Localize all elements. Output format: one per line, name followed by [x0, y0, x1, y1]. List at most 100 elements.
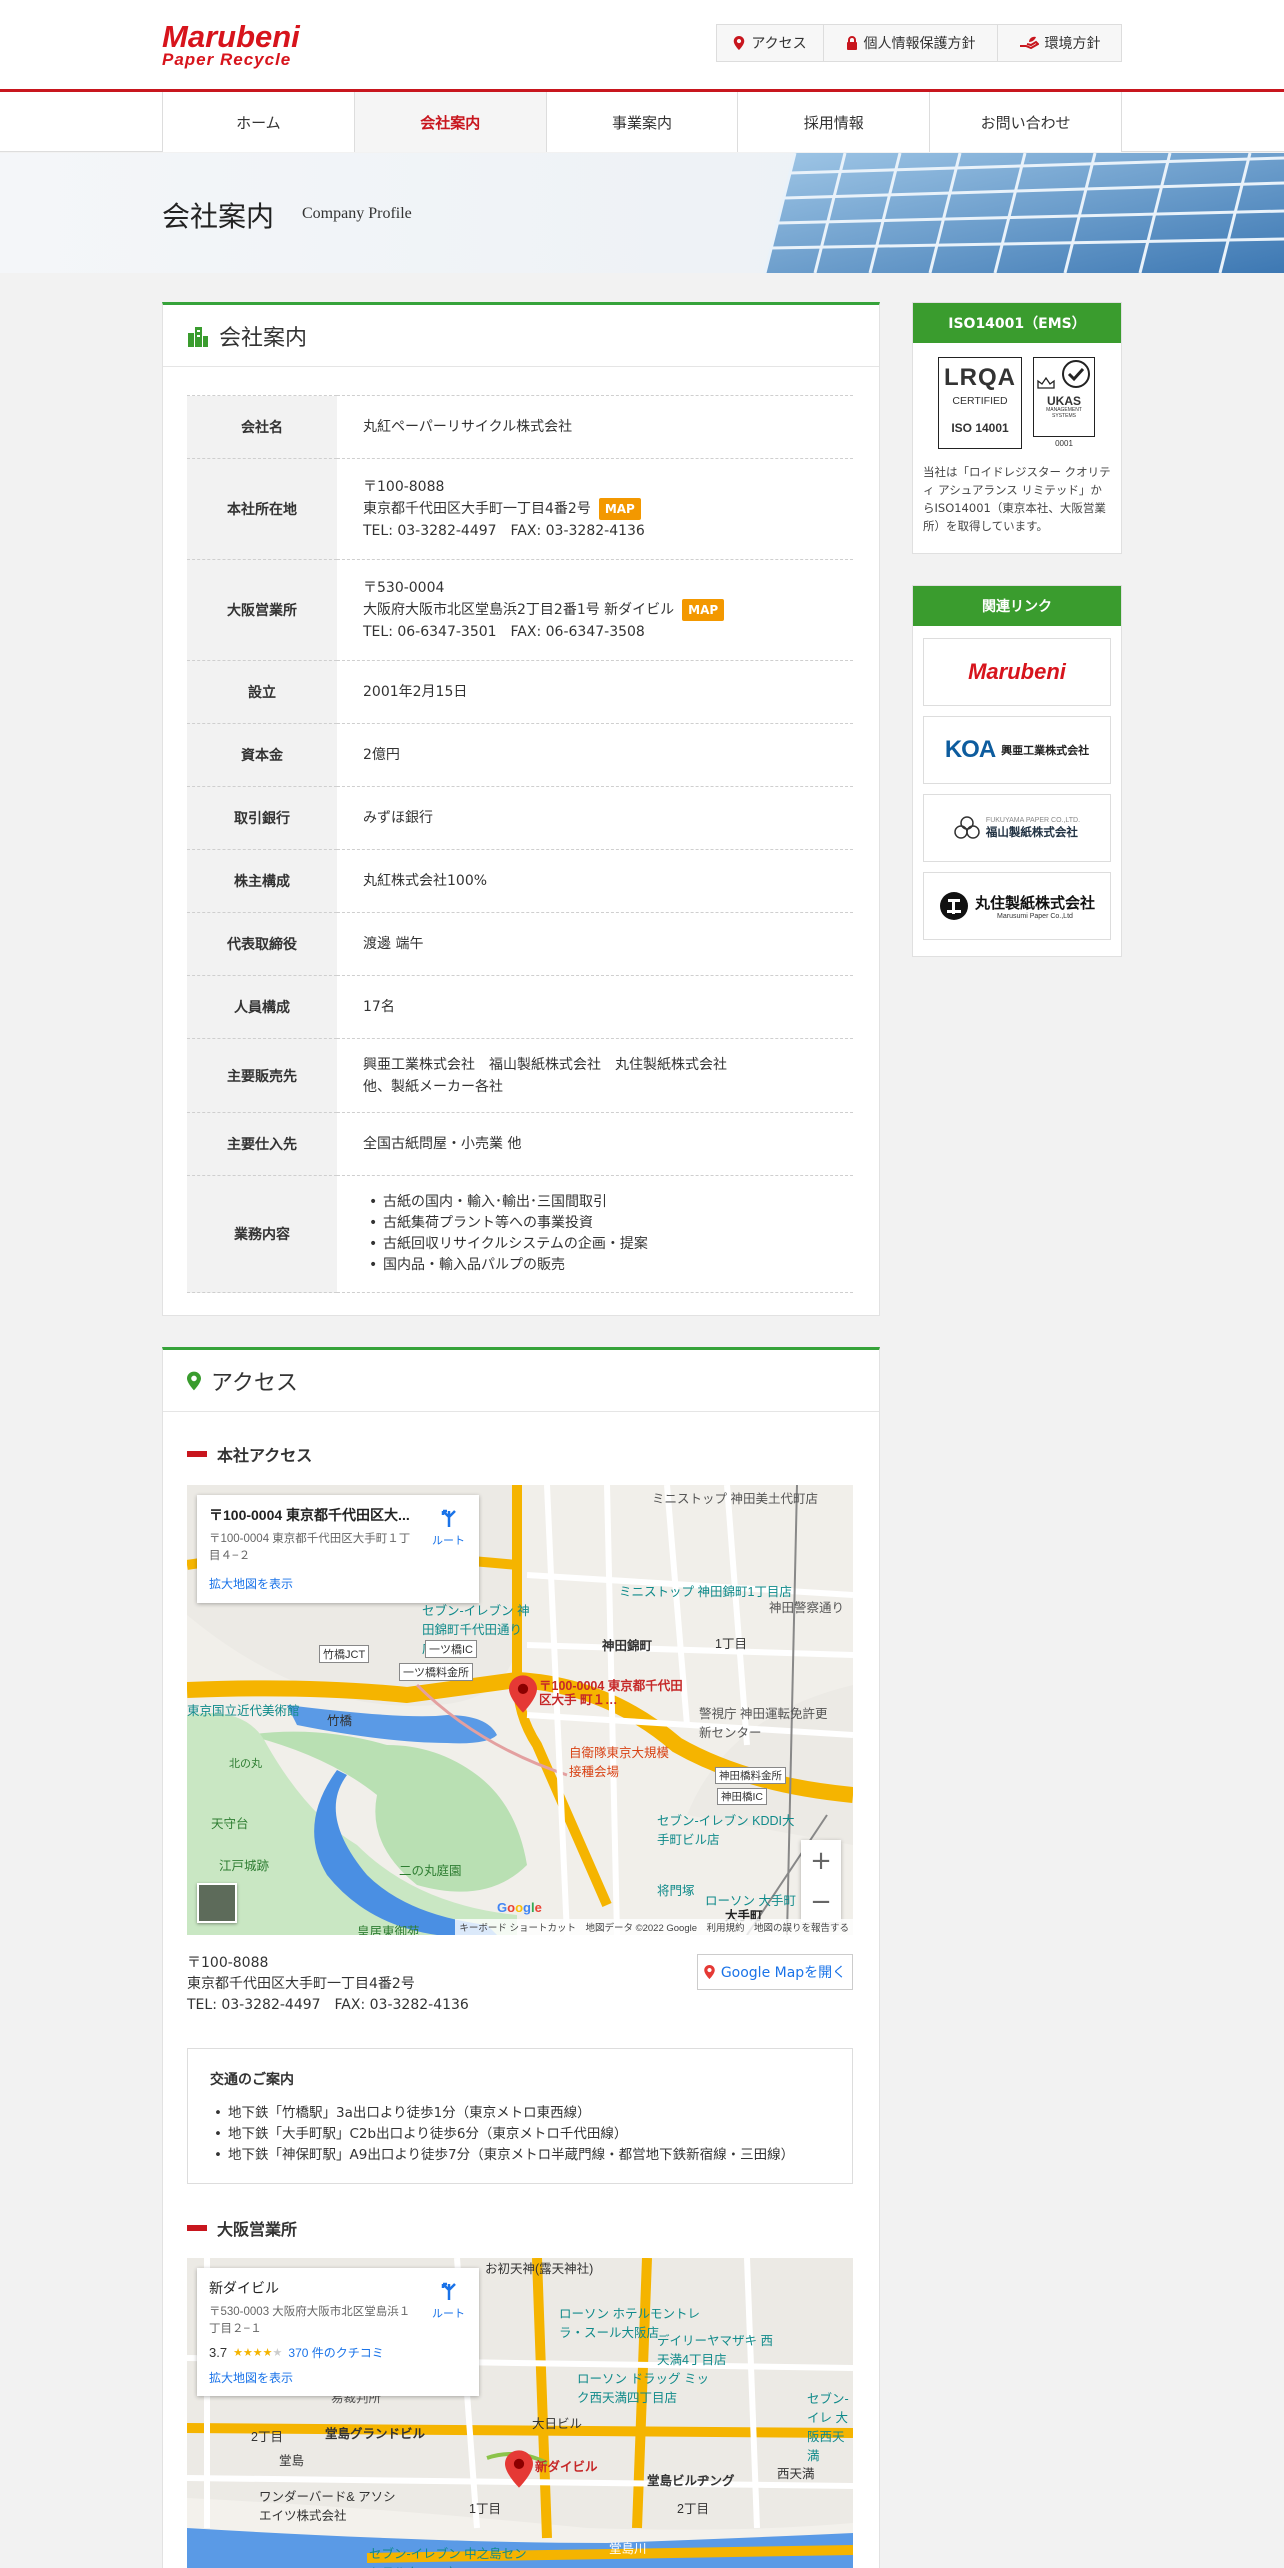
- nav-company[interactable]: 会社案内: [354, 92, 547, 152]
- row-value: 丸紅ペーパーリサイクル株式会社: [337, 395, 853, 459]
- nav-home[interactable]: ホーム: [163, 92, 355, 152]
- osaka-access-title: 大阪営業所: [187, 2216, 297, 2240]
- row-value: 2億円: [337, 723, 853, 787]
- map-pin-icon: [505, 2450, 533, 2488]
- hq-tel: TEL: 03-3282-4497 FAX: 03-3282-4136: [363, 523, 645, 539]
- company-card: 会社案内 会社名 丸紅ペーパーリサイクル株式会社 本社所在地 〒100-8088 …: [162, 302, 880, 1316]
- enlarge-map-link[interactable]: 拡大地図を表示: [209, 1575, 467, 1592]
- global-nav: ホーム 会社案内 事業案内 採用情報 お問い合わせ: [162, 92, 1122, 152]
- map-label: 神田橋IC: [717, 1788, 767, 1805]
- logo-sub-text: Paper Recycle: [162, 50, 292, 69]
- koa-name: 興亜工業株式会社: [1001, 744, 1090, 757]
- directions-icon: [441, 1509, 456, 1527]
- zoom-out-button[interactable]: −: [810, 1887, 832, 1917]
- crown-icon: [1037, 376, 1055, 389]
- map-label: 一ツ橋IC: [425, 1640, 477, 1658]
- table-row: 主要仕入先 全国古紙問屋・小売業 他: [187, 1112, 853, 1176]
- access-card-header: アクセス: [163, 1350, 879, 1412]
- nav-recruit[interactable]: 採用情報: [738, 92, 931, 152]
- hq-map-button[interactable]: MAP: [598, 498, 641, 520]
- traffic-title: 交通のご案内: [210, 2072, 294, 2088]
- table-row: 業務内容 古紙の国内・輸入･輸出･三国間取引 古紙集荷プラント等への事業投資 古…: [187, 1175, 853, 1293]
- table-row: 本社所在地 〒100-8088 東京都千代田区大手町一丁目4番2号 MAP TEL…: [187, 458, 853, 560]
- hq-access-title-text: 本社アクセス: [217, 1446, 313, 1465]
- ukas-text: UKAS: [1046, 394, 1081, 408]
- nav-business[interactable]: 事業案内: [546, 92, 739, 152]
- row-label: 資本金: [187, 723, 337, 787]
- layer-thumbnail[interactable]: [197, 1883, 237, 1923]
- site-logo[interactable]: Marubeni Paper Recycle: [162, 21, 372, 69]
- open-google-map-button[interactable]: Google Mapを開く: [697, 1954, 853, 1990]
- google-logo: Google: [497, 1900, 542, 1915]
- nav-contact[interactable]: お問い合わせ: [930, 92, 1122, 152]
- link-marubeni[interactable]: Marubeni: [923, 638, 1111, 706]
- link-fukuyama[interactable]: FUKUYAMA PAPER CO.,LTD. 福山製紙株式会社: [923, 794, 1111, 862]
- marusumi-english: Marusumi Paper Co.,Ltd: [997, 913, 1073, 920]
- building-image: [763, 153, 1284, 273]
- hq-access-address: 〒100-8088 東京都千代田区大手町一丁目4番2号 TEL: 03-3282…: [187, 1953, 469, 2016]
- leaf-hand-icon: [1019, 36, 1039, 50]
- route-label: ルート: [432, 1535, 465, 1547]
- list-item: 地下鉄「大手町駅」C2b出口より徒歩6分（東京メトロ千代田線）: [210, 2124, 830, 2145]
- reviews-link[interactable]: 370 件のクチコミ: [288, 2344, 383, 2361]
- map-card-address: 〒100-0004 東京都千代田区大手町１丁目４−２: [209, 1533, 411, 1562]
- building-icon: [188, 326, 208, 347]
- util-environment-link[interactable]: 環境方針: [997, 24, 1122, 62]
- map-label: 1丁目: [469, 2502, 501, 2516]
- table-row: 主要販売先 興亜工業株式会社 福山製紙株式会社 丸住製紙株式会社 他、製紙メーカー…: [187, 1038, 853, 1113]
- enlarge-map-link[interactable]: 拡大地図を表示: [209, 2369, 467, 2386]
- row-label: 代表取締役: [187, 912, 337, 976]
- zoom-controls: + −: [801, 1840, 841, 1922]
- route-button[interactable]: ルート: [432, 2282, 465, 2321]
- company-info-table: 会社名 丸紅ペーパーリサイクル株式会社 本社所在地 〒100-8088 東京都千代…: [187, 395, 853, 1293]
- table-row: 代表取締役 渡邊 端午: [187, 912, 853, 976]
- certified-text: CERTIFIED: [952, 395, 1008, 407]
- row-value: 興亜工業株式会社 福山製紙株式会社 丸住製紙株式会社 他、製紙メーカー各社: [337, 1038, 853, 1113]
- hq-access-tel: TEL: 03-3282-4497 FAX: 03-3282-4136: [187, 1997, 469, 2013]
- link-marusumi[interactable]: 丸住製紙株式会社 Marusumi Paper Co.,Ltd: [923, 872, 1111, 940]
- row-label: 主要販売先: [187, 1038, 337, 1113]
- map-label: ワンダーバード& アソシエイツ株式会社: [259, 2490, 396, 2523]
- link-koa[interactable]: KOA 興亜工業株式会社: [923, 716, 1111, 784]
- map-label: 竹橋JCT: [319, 1645, 370, 1663]
- pin-icon: [187, 1371, 201, 1390]
- row-value: みずほ銀行: [337, 786, 853, 850]
- map-label: 2丁目: [251, 2430, 283, 2444]
- list-item: 地下鉄「竹橋駅」3a出口より徒歩1分（東京メトロ東西線）: [210, 2103, 830, 2124]
- map-label: 東京国立近代美術館: [187, 1704, 300, 1718]
- ukas-badge: UKAS MANAGEMENT SYSTEMS: [1033, 357, 1095, 437]
- map-card-address: 〒530-0003 大阪府大阪市北区堂島浜１丁目２−１: [209, 2306, 411, 2335]
- osaka-map[interactable]: お初天神(露天神社) ローソン ホテルモントレ ラ・スール大阪店 デイリーヤマザ…: [187, 2258, 853, 2568]
- map-label: セブン-イレ 大阪西天満: [807, 2392, 849, 2463]
- map-label: 警視庁 神田運転免許更新センター: [699, 1707, 828, 1740]
- map-label: ミニストップ 神田美土代町店: [652, 1492, 818, 1506]
- hq-map[interactable]: ミニストップ 神田美土代町店 ミニストップ 神田錦町1丁目店 セブン-イレブン …: [187, 1485, 853, 1935]
- zoom-in-button[interactable]: +: [810, 1846, 832, 1876]
- row-value: 丸紅株式会社100%: [337, 849, 853, 913]
- list-item: 地下鉄「神保町駅」A9出口より徒歩7分（東京メトロ半蔵門線・都営地下鉄新宿線・三…: [210, 2145, 830, 2166]
- osaka-map-info-card: 新ダイビル 〒530-0003 大阪府大阪市北区堂島浜１丁目２−１ 3.7 ★★…: [197, 2268, 479, 2396]
- hq-zip: 〒100-8088: [363, 479, 445, 495]
- route-button[interactable]: ルート: [432, 1509, 465, 1548]
- rating-stars: ★★★★★: [233, 2347, 283, 2359]
- marusumi-name: 丸住製紙株式会社: [974, 894, 1095, 912]
- map-label: セブン-イレブン KDDI大手町ビル店: [657, 1814, 795, 1847]
- pin-icon: [734, 36, 745, 50]
- pin-icon: [704, 1965, 715, 1979]
- util-privacy-label: 個人情報保護方針: [863, 36, 976, 52]
- row-value: 〒530-0004 大阪府大阪市北区堂島浜2丁目2番1号 新ダイビル MAP TE…: [337, 559, 853, 661]
- map-label: ローソン ドラッグ ミック西天満四丁目店: [577, 2372, 709, 2405]
- ukas-subtext: MANAGEMENT SYSTEMS: [1046, 407, 1082, 419]
- route-label: ルート: [432, 2308, 465, 2320]
- map-label: 江戸城跡: [219, 1859, 270, 1873]
- map-label: 神田橋料金所: [715, 1767, 786, 1784]
- fukuyama-logo-icon: [954, 816, 980, 839]
- util-access-link[interactable]: アクセス: [716, 24, 824, 62]
- osaka-map-button[interactable]: MAP: [682, 599, 725, 621]
- map-label: セブン-イレブン 中之島セントラルタワー店: [369, 2547, 527, 2568]
- map-attribution[interactable]: キーボード ショートカット 地図データ ©2022 Google 利用規約 地図…: [455, 1919, 853, 1935]
- row-value: 2001年2月15日: [337, 660, 853, 724]
- util-privacy-link[interactable]: 個人情報保護方針: [823, 24, 998, 62]
- osaka-tel: TEL: 06-6347-3501 FAX: 06-6347-3508: [363, 624, 645, 640]
- map-label: 北の丸: [229, 1758, 262, 1770]
